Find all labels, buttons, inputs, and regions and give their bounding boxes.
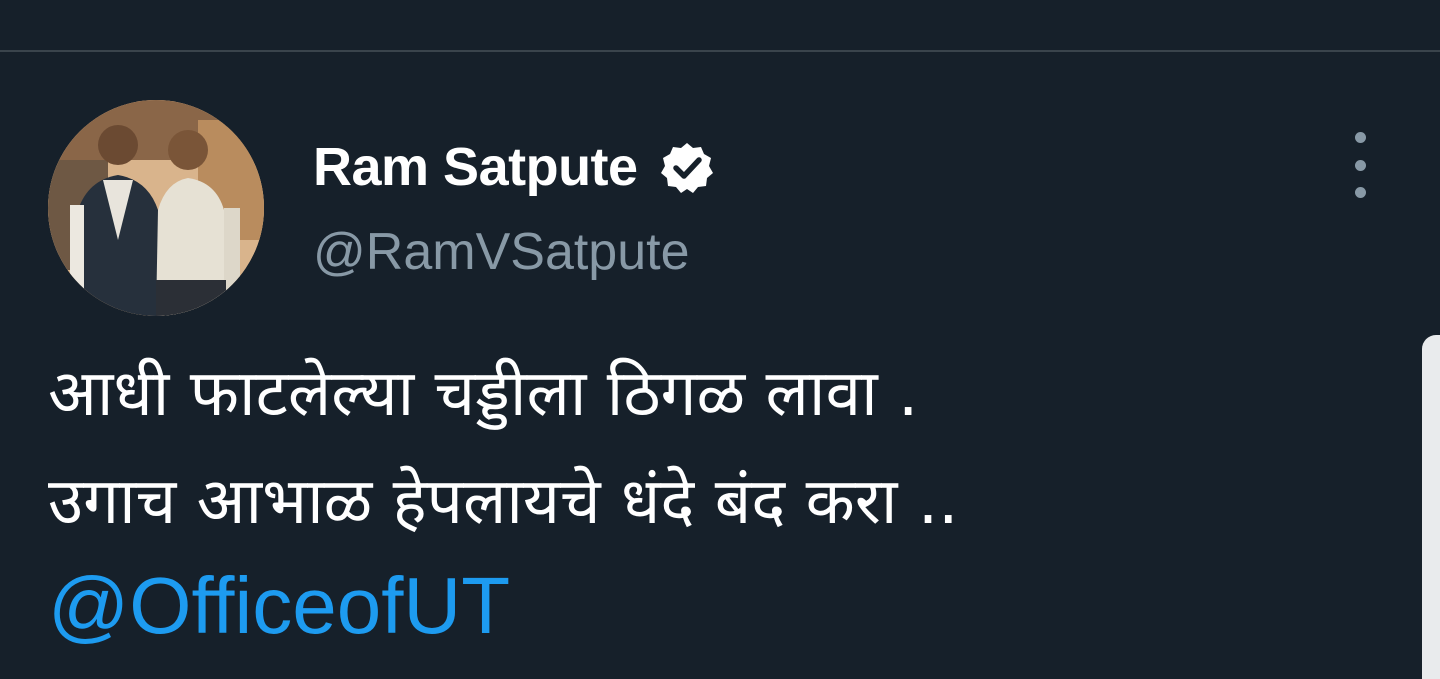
author-handle[interactable]: @RamVSatpute [313,222,690,282]
verified-badge-icon [660,143,713,193]
more-options-button[interactable] [1340,132,1380,198]
author-name-row[interactable]: Ram Satpute [313,132,714,202]
mention-link[interactable]: @OfficeofUT [48,556,1388,656]
tweet-text: आधी फाटलेल्या चड्डीला ठिगळ लावा . उगाच आ… [48,340,1388,656]
author-avatar[interactable] [48,100,264,316]
tweet-view: Ram Satpute @RamVSatpute आधी फाटलेल्या च… [0,0,1440,679]
side-panel-edge [1422,335,1440,679]
more-vertical-icon-dot [1354,159,1366,171]
tweet-text-line: आधी फाटलेल्या चड्डीला ठिगळ लावा . [48,357,919,431]
more-vertical-icon [1354,132,1366,143]
more-vertical-icon-dot [1354,187,1366,198]
avatar-photo-icon [48,100,264,316]
top-divider [0,50,1440,52]
author-display-name[interactable]: Ram Satpute [313,136,638,198]
tweet-text-line: उगाच आभाळ हेपलायचे धंदे बंद करा .. [48,465,959,539]
